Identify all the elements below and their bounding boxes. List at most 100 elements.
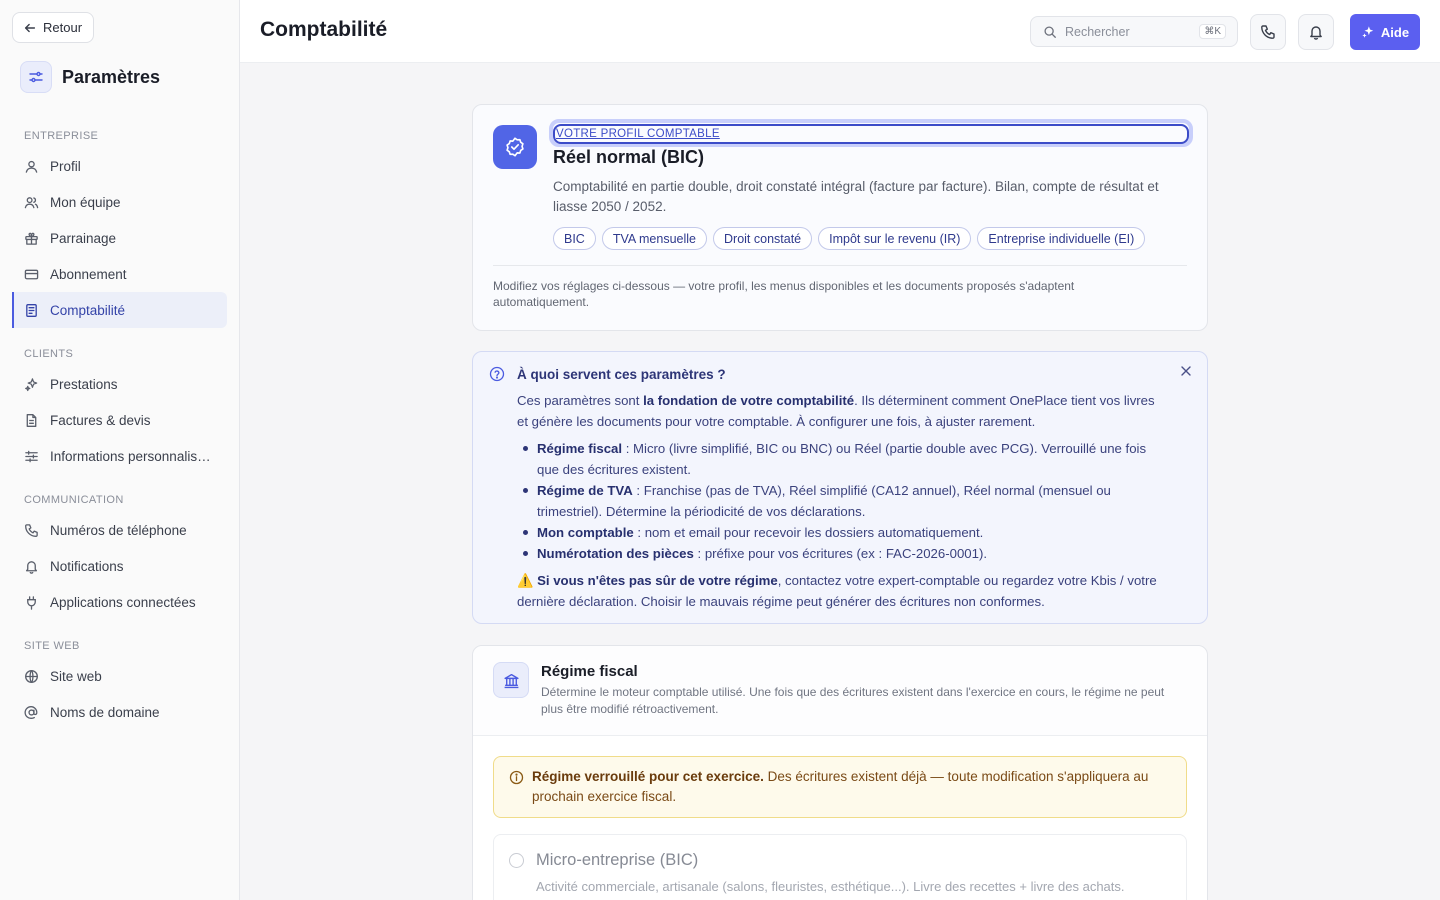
search-icon xyxy=(1044,25,1056,38)
settings-title: Paramètres xyxy=(62,66,161,87)
close-icon[interactable] xyxy=(1179,364,1193,378)
sidebar-item-label: Notifications xyxy=(50,558,124,574)
help-list-item: Régime fiscal : Micro (livre simplifié, … xyxy=(517,438,1157,480)
sidebar-item-comptabilite[interactable]: Comptabilité xyxy=(12,292,227,328)
badge-check-icon xyxy=(493,125,537,169)
bank-icon xyxy=(493,662,529,698)
user-icon xyxy=(25,160,38,173)
sidebar-item-label: Site web xyxy=(50,668,102,684)
help-list: Régime fiscal : Micro (livre simplifié, … xyxy=(517,438,1157,564)
ledger-icon xyxy=(26,303,37,317)
sidebar-item-label: Mon équipe xyxy=(50,194,121,210)
at-icon xyxy=(24,705,38,719)
credit-card-icon xyxy=(24,269,39,279)
help-term: Régime fiscal xyxy=(537,441,623,456)
question-circle-icon xyxy=(489,366,505,382)
settings-header: Paramètres xyxy=(20,61,160,93)
section-label-entreprise: ENTREPRISE xyxy=(24,130,99,142)
help-list-item: Mon comptable : nom et email pour recevo… xyxy=(517,522,1157,543)
bell-icon xyxy=(1310,26,1322,40)
help-term: Numérotation des pièces xyxy=(537,546,694,561)
plug-icon xyxy=(27,595,36,610)
sidebar-item-label: Informations personnalisées xyxy=(50,448,215,464)
profile-tag: Entreprise individuelle (EI) xyxy=(977,227,1146,250)
file-icon xyxy=(26,413,37,427)
sidebar-item-profil[interactable]: Profil xyxy=(12,148,227,184)
notifications-button[interactable] xyxy=(1298,14,1334,50)
sidebar-item-label: Comptabilité xyxy=(50,302,126,318)
help-text: : préfixe pour vos écritures (ex : FAC-2… xyxy=(693,546,988,561)
fiscal-description: Détermine le moteur comptable utilisé. U… xyxy=(541,685,1165,716)
help-warning: ⚠️ Si vous n'êtes pas sûr de votre régim… xyxy=(517,570,1157,612)
section-label-site-web: SITE WEB xyxy=(24,640,80,652)
sidebar-item-label: Parrainage xyxy=(50,230,117,246)
search-shortcut: ⌘K xyxy=(1199,24,1226,39)
sidebar-item-numeros-telephone[interactable]: Numéros de téléphone xyxy=(12,512,227,548)
phone-icon xyxy=(1261,25,1275,39)
sidebar-item-mon-equipe[interactable]: Mon équipe xyxy=(12,184,227,220)
divider xyxy=(493,265,1187,266)
help-list-item: Régime de TVA : Franchise (pas de TVA), … xyxy=(517,480,1157,522)
profile-tag: Impôt sur le revenu (IR) xyxy=(818,227,972,250)
bell-icon xyxy=(25,560,38,574)
regime-option-micro[interactable]: Micro-entreprise (BIC) Activité commerci… xyxy=(493,834,1187,900)
radio-button[interactable] xyxy=(509,853,524,868)
help-text: : nom et email pour recevoir les dossier… xyxy=(633,525,984,540)
sidebar-item-noms-domaine[interactable]: Noms de domaine xyxy=(12,694,227,730)
sidebar-item-label: Abonnement xyxy=(50,266,127,282)
users-icon xyxy=(24,196,39,208)
help-intro: Ces paramètres sont la fondation de votr… xyxy=(517,390,1157,432)
help-text: : Micro (livre simplifié, BIC ou BNC) ou… xyxy=(537,441,1147,477)
help-button[interactable]: Aide xyxy=(1350,14,1420,50)
help-warning-bold: Si vous n'êtes pas sûr de votre régime xyxy=(537,573,778,588)
back-label: Retour xyxy=(43,20,83,35)
profile-note: Modifiez vos réglages ci-dessous — votre… xyxy=(493,279,1075,309)
sidebar-item-parrainage[interactable]: Parrainage xyxy=(12,220,227,256)
help-intro-bold: la fondation de votre comptabilité xyxy=(643,393,855,408)
help-list-item: Numérotation des pièces : préfixe pour v… xyxy=(517,543,1157,564)
sidebar-item-label: Profil xyxy=(50,158,81,174)
sidebar-item-informations-personnalisees[interactable]: Informations personnalisées xyxy=(12,438,227,474)
fiscal-header: Régime fiscal Détermine le moteur compta… xyxy=(473,646,1207,736)
sparkles-icon xyxy=(25,377,38,391)
sidebar-item-site-web[interactable]: Site web xyxy=(12,658,227,694)
gift-icon xyxy=(25,232,38,245)
locked-alert: Régime verrouillé pour cet exercice. Des… xyxy=(493,756,1187,818)
locked-alert-bold: Régime verrouillé pour cet exercice. xyxy=(532,769,764,784)
sidebar-item-applications-connectees[interactable]: Applications connectées xyxy=(12,584,227,620)
sidebar-item-label: Prestations xyxy=(50,376,118,392)
fiscal-regime-card: Régime fiscal Détermine le moteur compta… xyxy=(472,645,1208,900)
phone-button[interactable] xyxy=(1250,14,1286,50)
sidebar: Retour Paramètres ENTREPRISE Profil Mon … xyxy=(0,0,240,900)
accounting-profile-card: VOTRE PROFIL COMPTABLE Réel normal (BIC)… xyxy=(472,104,1208,331)
locked-alert-text: Régime verrouillé pour cet exercice. Des… xyxy=(532,767,1152,807)
help-term: Régime de TVA xyxy=(537,483,633,498)
help-button-label: Aide xyxy=(1380,24,1410,40)
profile-eyebrow-focus[interactable]: VOTRE PROFIL COMPTABLE xyxy=(549,119,1193,147)
profile-tag: TVA mensuelle xyxy=(601,227,707,250)
sidebar-item-abonnement[interactable]: Abonnement xyxy=(12,256,227,292)
settings-sliders-icon xyxy=(20,61,52,93)
search-placeholder: Rechercher xyxy=(1065,24,1130,39)
fiscal-title: Régime fiscal xyxy=(541,663,638,680)
sidebar-item-label: Applications connectées xyxy=(50,594,196,610)
phone-icon xyxy=(25,523,38,537)
back-button[interactable]: Retour xyxy=(12,12,95,43)
profile-tag: BIC xyxy=(553,227,596,250)
page-title: Comptabilité xyxy=(260,18,388,41)
profile-eyebrow[interactable]: VOTRE PROFIL COMPTABLE xyxy=(553,124,1189,144)
regime-description: Comptabilité en partie double, droit con… xyxy=(553,179,1159,214)
warning-icon: ⚠️ xyxy=(517,573,534,588)
info-icon xyxy=(509,770,524,785)
sparkles-icon xyxy=(1362,26,1374,38)
sliders-icon xyxy=(25,450,38,462)
search-input[interactable]: Rechercher ⌘K xyxy=(1030,16,1238,47)
regime-option-description: Activité commerciale, artisanale (salons… xyxy=(536,879,1125,894)
sidebar-item-factures-devis[interactable]: Factures & devis xyxy=(12,402,227,438)
sidebar-item-label: Noms de domaine xyxy=(50,704,160,720)
help-body: Ces paramètres sont la fondation de votr… xyxy=(517,390,1157,612)
sidebar-item-label: Factures & devis xyxy=(50,412,151,428)
top-bar: Comptabilité Rechercher ⌘K Aide xyxy=(240,0,1440,63)
sidebar-item-notifications[interactable]: Notifications xyxy=(12,548,227,584)
sidebar-item-prestations[interactable]: Prestations xyxy=(12,366,227,402)
